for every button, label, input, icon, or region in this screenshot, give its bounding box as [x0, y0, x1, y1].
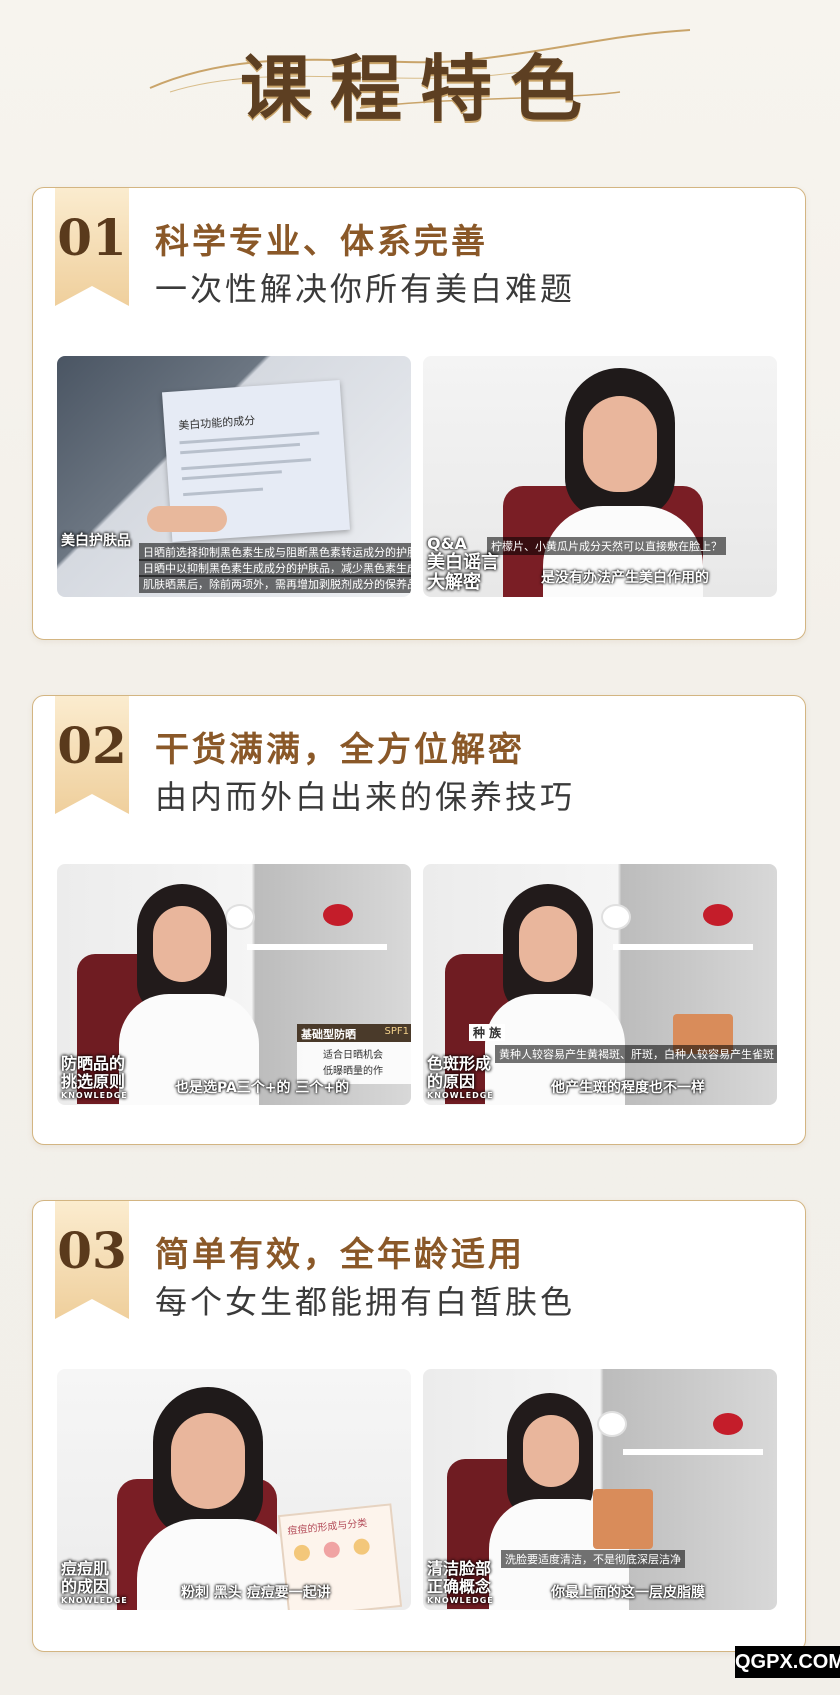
video-thumbnail[interactable]: 基础型防晒 SPF1 适合日晒机会 低曝晒量的作 防晒品的 挑选原则 KNOWL…	[57, 864, 411, 1105]
page-title: 课程特色	[239, 46, 600, 131]
feature-card-2: 02 干货满满，全方位解密 由内而外白出来的保养技巧 基础型防晒 SPF1 适合…	[32, 695, 806, 1145]
presenter-face	[523, 1415, 579, 1487]
feature-card-1: 01 科学专业、体系完善 一次性解决你所有美白难题 美白功能的成分 美白护肤品 …	[32, 187, 806, 640]
feature-subheading: 一次性解决你所有美白难题	[155, 270, 576, 308]
flower-icon	[603, 906, 629, 928]
topic-tag: 色斑形成 的原因 KNOWLEDGE	[427, 1054, 494, 1101]
badge-number: 03	[57, 1221, 127, 1280]
topic-tag: 美白护肤品	[61, 533, 131, 549]
rose-icon	[703, 904, 733, 926]
shelf-shape	[613, 944, 753, 950]
category-label: 种 族	[469, 1024, 506, 1041]
shelf-shape	[247, 944, 387, 950]
feature-subheading: 每个女生都能拥有白皙肤色	[155, 1283, 576, 1321]
presenter-face	[153, 906, 211, 982]
badge-number: 01	[57, 208, 127, 267]
shelf-shape	[623, 1449, 763, 1455]
document-title: 美白功能的成分	[177, 413, 256, 433]
video-caption: 也是选PA三个+的 三个+的	[175, 1080, 350, 1096]
video-thumbnail[interactable]: Q&A 柠檬片、小黄瓜片成分天然可以直接敷在脸上？ 美白谣言 大解密 是没有办法…	[423, 356, 777, 597]
presenter-face	[519, 906, 577, 982]
info-box-spf: SPF1	[384, 1026, 410, 1037]
section-header: 课程特色	[0, 0, 840, 150]
presenter-face	[171, 1413, 245, 1509]
topic-tag: 防晒品的 挑选原则 KNOWLEDGE	[61, 1054, 128, 1101]
video-caption: 粉刺 黑头 痘痘要一起讲	[181, 1585, 331, 1601]
skin-model-shape	[593, 1489, 653, 1549]
presenter-face	[583, 396, 657, 492]
subtitle-bar: 洗脸要适度清洁，不是彻底深层洁净	[501, 1550, 685, 1568]
rose-icon	[713, 1413, 743, 1435]
feature-heading: 干货满满，全方位解密	[155, 730, 525, 770]
number-badge: 02	[55, 696, 129, 814]
feature-heading: 简单有效，全年龄适用	[155, 1235, 525, 1275]
info-box-line-2: 低曝晒量的作	[323, 1066, 383, 1077]
topic-tag: 美白谣言 大解密	[427, 552, 499, 593]
number-badge: 03	[55, 1201, 129, 1319]
topic-tag: 痘痘肌 的成因 KNOWLEDGE	[61, 1559, 128, 1606]
video-caption: 他产生斑的程度也不一样	[551, 1080, 705, 1096]
flower-icon	[599, 1413, 625, 1435]
site-watermark: QGPX.COM	[735, 1646, 840, 1678]
question-bar: 柠檬片、小黄瓜片成分天然可以直接敷在脸上？	[487, 537, 726, 555]
number-badge: 01	[55, 188, 129, 306]
info-box-line-1: 适合日晒机会	[323, 1050, 383, 1061]
feature-subheading: 由内而外白出来的保养技巧	[155, 778, 576, 816]
info-box-title: 基础型防晒	[301, 1028, 356, 1041]
topic-tag: 清洁脸部 正确概念 KNOWLEDGE	[427, 1559, 494, 1606]
feature-heading: 科学专业、体系完善	[155, 222, 488, 262]
hand-shape	[147, 506, 227, 532]
subtitle-bar: 黄种人较容易产生黄褐斑、肝斑，白种人较容易产生雀斑	[495, 1045, 777, 1063]
qa-label: Q&A	[427, 534, 467, 553]
rose-icon	[323, 904, 353, 926]
video-caption: 你最上面的这一层皮脂膜	[551, 1585, 705, 1601]
info-box: 基础型防晒 SPF1 适合日晒机会 低曝晒量的作	[297, 1024, 411, 1084]
badge-number: 02	[57, 716, 127, 775]
flower-icon	[227, 906, 253, 928]
video-caption: 是没有办法产生美白作用的	[541, 570, 709, 586]
feature-card-3: 03 简单有效，全年龄适用 每个女生都能拥有白皙肤色 痘痘的形成与分类 痘痘肌 …	[32, 1200, 806, 1652]
subtitle-line-3: 肌肤晒黑后，除前两项外，需再增加剥脱剂成分的保养品加强代谢	[139, 575, 411, 593]
video-thumbnail[interactable]: 种 族 黄种人较容易产生黄褐斑、肝斑，白种人较容易产生雀斑 色斑形成 的原因 K…	[423, 864, 777, 1105]
video-thumbnail[interactable]: 痘痘的形成与分类 痘痘肌 的成因 KNOWLEDGE 粉刺 黑头 痘痘要一起讲	[57, 1369, 411, 1610]
info-board-title: 痘痘的形成与分类	[287, 1517, 368, 1538]
video-thumbnail[interactable]: 美白功能的成分 美白护肤品 日晒前选择抑制黑色素生成与阻断黑色素转运成分的护肤品…	[57, 356, 411, 597]
video-thumbnail[interactable]: 洗脸要适度清洁，不是彻底深层洁净 清洁脸部 正确概念 KNOWLEDGE 你最上…	[423, 1369, 777, 1610]
